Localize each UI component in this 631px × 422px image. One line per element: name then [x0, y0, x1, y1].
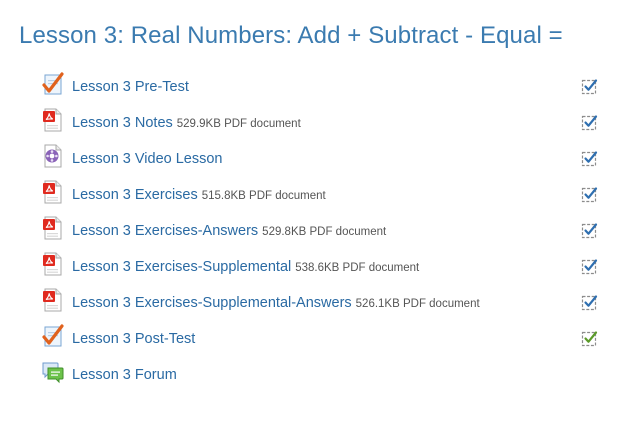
- activity-item: Lesson 3 Video Lesson: [0, 140, 631, 176]
- activity-link[interactable]: Lesson 3 Exercises-Supplemental 538.6KB P…: [72, 258, 419, 276]
- file-info: 526.1KB PDF document: [355, 298, 480, 310]
- activity-link[interactable]: Lesson 3 Exercises-Answers 529.8KB PDF do…: [72, 222, 386, 240]
- activity-name: Lesson 3 Forum: [72, 367, 177, 383]
- activity-link[interactable]: Lesson 3 Notes 529.9KB PDF document: [72, 114, 301, 132]
- activity-link[interactable]: Lesson 3 Post-Test: [72, 330, 195, 348]
- completion-checkbox-icon[interactable]: [581, 222, 598, 239]
- pdf-icon: [42, 288, 64, 312]
- section-title: Lesson 3: Real Numbers: Add + Subtract -…: [19, 22, 563, 49]
- activity-name: Lesson 3 Video Lesson: [72, 151, 223, 167]
- activity-item: Lesson 3 Exercises-Answers 529.8KB PDF do…: [0, 212, 631, 248]
- activity-name: Lesson 3 Exercises-Supplemental: [72, 259, 292, 275]
- activity-item: Lesson 3 Pre-Test: [0, 68, 631, 104]
- quiz-icon: [42, 324, 64, 348]
- activity-link[interactable]: Lesson 3 Video Lesson: [72, 150, 223, 168]
- activity-link[interactable]: Lesson 3 Pre-Test: [72, 78, 189, 96]
- activity-name: Lesson 3 Notes: [72, 115, 173, 131]
- activity-name: Lesson 3 Exercises-Answers: [72, 223, 259, 239]
- pdf-icon: [42, 252, 64, 276]
- pdf-icon: [42, 108, 64, 132]
- completion-checkbox-icon[interactable]: [581, 150, 598, 167]
- completion-checkbox-icon[interactable]: [581, 294, 598, 311]
- file-info: 538.6KB PDF document: [295, 262, 420, 274]
- file-info: 529.8KB PDF document: [262, 226, 387, 238]
- activity-name: Lesson 3 Post-Test: [72, 331, 196, 347]
- pdf-icon: [42, 216, 64, 240]
- activity-item: Lesson 3 Exercises 515.8KB PDF document: [0, 176, 631, 212]
- activity-link[interactable]: Lesson 3 Forum: [72, 366, 177, 384]
- quiz-icon: [42, 72, 64, 96]
- file-info: 515.8KB PDF document: [201, 190, 326, 202]
- activity-item: Lesson 3 Exercises-Supplemental-Answers 5…: [0, 284, 631, 320]
- completion-checkbox-icon[interactable]: [581, 186, 598, 203]
- forum-icon: [42, 360, 64, 384]
- activity-item: Lesson 3 Forum: [0, 356, 631, 392]
- activity-list: Lesson 3 Pre-Test Lesson 3 Notes 529.9KB P…: [0, 68, 631, 392]
- activity-name: Lesson 3 Pre-Test: [72, 79, 189, 95]
- completion-checkbox-icon[interactable]: [581, 258, 598, 275]
- activity-name: Lesson 3 Exercises-Supplemental-Answers: [72, 295, 352, 311]
- file-info: 529.9KB PDF document: [176, 118, 301, 130]
- activity-name: Lesson 3 Exercises: [72, 187, 198, 203]
- video-icon: [42, 144, 64, 168]
- completion-pass-icon: [581, 330, 598, 347]
- completion-checkbox-icon[interactable]: [581, 78, 598, 95]
- activity-item: Lesson 3 Notes 529.9KB PDF document: [0, 104, 631, 140]
- activity-item: Lesson 3 Post-Test: [0, 320, 631, 356]
- pdf-icon: [42, 180, 64, 204]
- activity-item: Lesson 3 Exercises-Supplemental 538.6KB P…: [0, 248, 631, 284]
- activity-link[interactable]: Lesson 3 Exercises-Supplemental-Answers 5…: [72, 294, 480, 312]
- completion-checkbox-icon[interactable]: [581, 114, 598, 131]
- activity-link[interactable]: Lesson 3 Exercises 515.8KB PDF document: [72, 186, 326, 204]
